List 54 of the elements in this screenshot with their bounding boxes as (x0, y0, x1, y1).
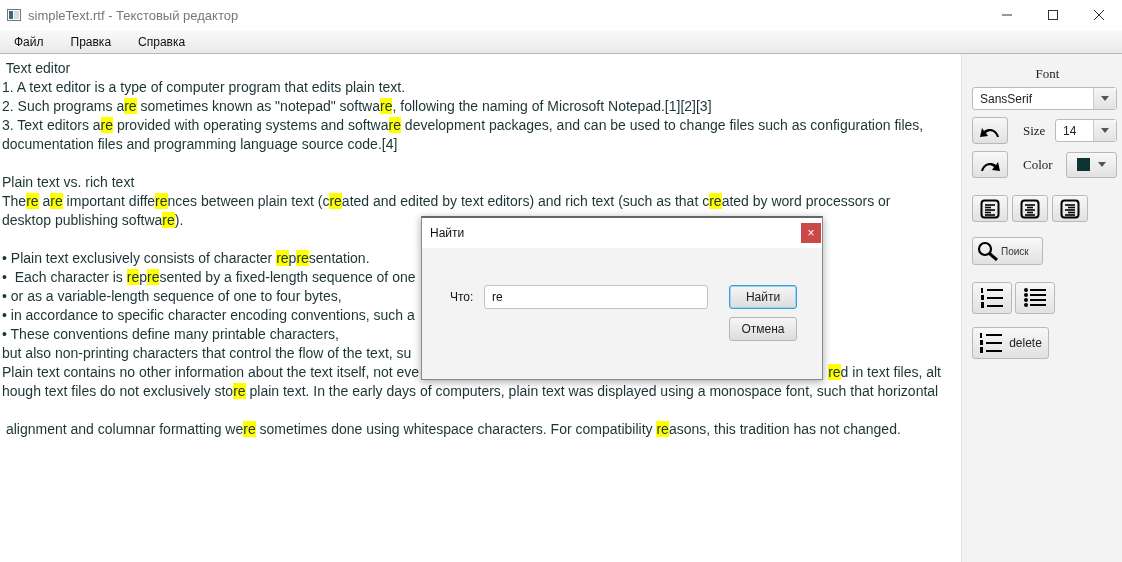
search-field[interactable]: re (484, 285, 708, 309)
close-button[interactable]: × (801, 223, 821, 243)
text-line: • in accordance to specific character encoding conventions, such a (2, 306, 415, 325)
search-button[interactable]: Поиск (972, 237, 1043, 265)
menu-item[interactable]: Справка (130, 34, 194, 49)
color-label: Color (1023, 156, 1053, 173)
menu-item[interactable]: Файл (6, 34, 52, 49)
dialog-title: Найти (430, 226, 465, 240)
text-line: alignment and columnar formatting were sometimes done using whitespace characters. For compatibility reasons, this tradition has not changed. (4, 420, 901, 439)
numbered-list-icon (980, 287, 1004, 309)
text-line: 2. Such programs are sometimes known as "notepad" software, following the naming of Microsoft Notepad.[1][2][3] (2, 97, 712, 116)
text-line: 1. A text editor is a type of computer program that edits plain text. (2, 78, 406, 97)
text-line: Text editor (4, 59, 71, 78)
text-line: There are important differences between plain text (created and edited by text editors) and rich text (such as that created by word processors or (2, 192, 891, 211)
text-line: • These conventions define many printable characters, (2, 325, 339, 344)
align-center-button[interactable] (1012, 195, 1048, 222)
app-icon (7, 9, 21, 21)
align-right-button[interactable] (1052, 195, 1088, 222)
size-label: Size (1023, 122, 1046, 139)
numbered-list-icon (979, 332, 1004, 354)
text-line: • Plain text exclusively consists of character representation. (2, 249, 370, 268)
dialog-button[interactable]: Найти (729, 285, 797, 309)
font-dropdown[interactable]: SansSerif (972, 87, 1117, 110)
color-picker[interactable] (1066, 151, 1117, 178)
text-line: • or as a variable-length sequence of one to four bytes, (2, 287, 342, 306)
text-line: hough text files do not exclusively store plain text. In the early days of computers, plain text was displayed using a monospace font, such that horizontal (2, 382, 939, 401)
font-label: Font (1035, 66, 1060, 82)
search-icon (977, 241, 999, 261)
align-left-button[interactable] (972, 195, 1008, 222)
text-line: but also non-printing characters that control the flow of the text, su (2, 344, 412, 363)
numbered-list-button[interactable] (972, 282, 1012, 314)
dropdown-arrow-icon (1101, 96, 1109, 101)
field-label: Что: (450, 290, 475, 304)
window-title: simpleText.rtf - Текстовый редактор (28, 7, 239, 23)
text-line: red in text files, alt (828, 363, 941, 382)
size-dropdown[interactable]: 14 (1055, 119, 1117, 142)
align-center-icon (1020, 198, 1040, 219)
text-line: documentation files and programming language source code.[4] (2, 135, 398, 154)
redo-button[interactable] (972, 151, 1008, 178)
maximize-icon[interactable] (1048, 10, 1058, 20)
menu-item[interactable]: Правка (62, 34, 120, 49)
dropdown-arrow-icon (1101, 128, 1109, 133)
text-line: Plain text contains no other information about the text itself, not eve (2, 363, 420, 382)
align-left-icon (980, 198, 1000, 219)
bullet-list-button[interactable] (1015, 282, 1055, 314)
dropdown-arrow-icon (1098, 162, 1106, 167)
align-right-icon (1060, 198, 1080, 219)
delete-button[interactable]: delete (972, 327, 1049, 359)
dialog-button[interactable]: Отмена (729, 317, 797, 341)
bullet-list-icon (1023, 287, 1047, 309)
text-line: Plain text vs. rich text (2, 173, 135, 192)
text-line: desktop publishing software). (2, 211, 184, 230)
undo-button[interactable] (972, 117, 1008, 144)
close-icon[interactable] (1094, 10, 1104, 20)
